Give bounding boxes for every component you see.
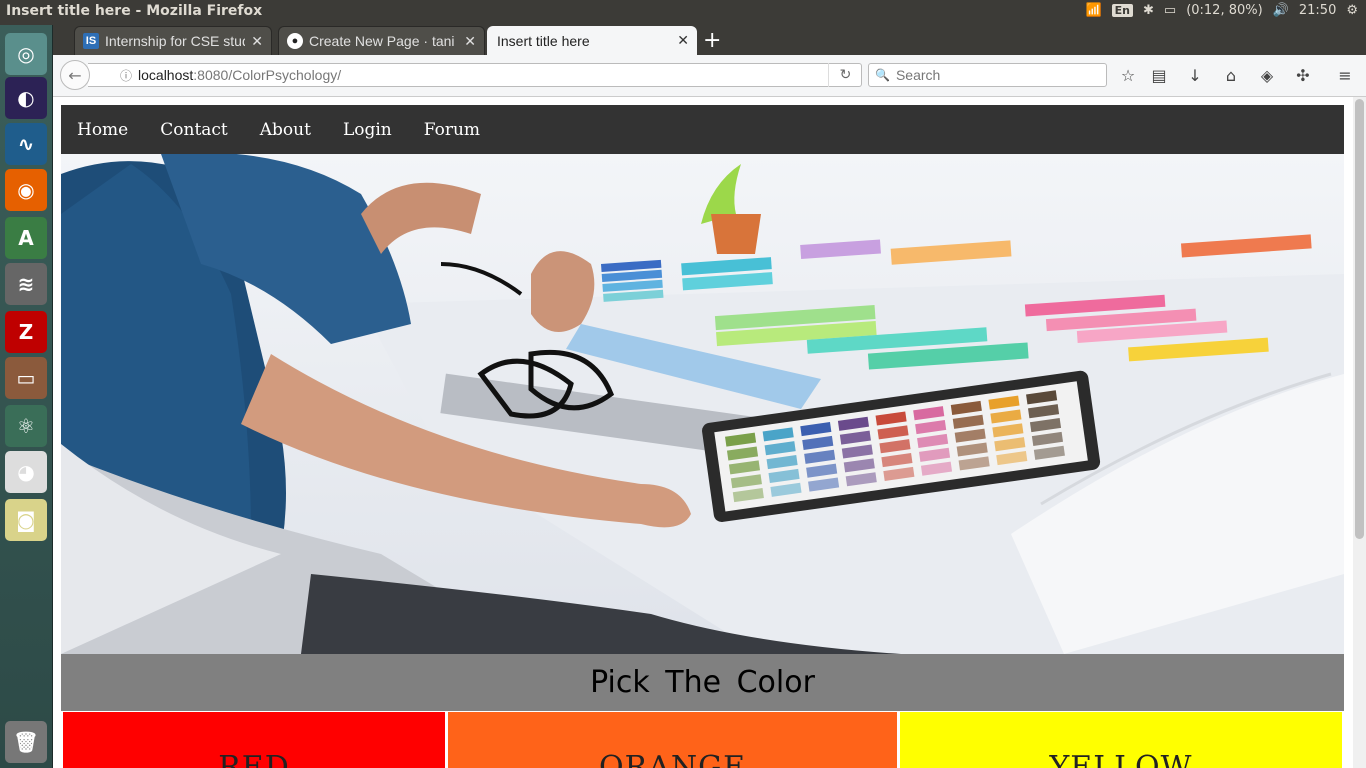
search-placeholder: Search [895, 67, 941, 83]
window-title: Insert title here - Mozilla Firefox [6, 3, 263, 19]
clock[interactable]: 21:50 [1299, 3, 1336, 18]
browser-tab-strip: IS Internship for CSE stud ✕ ● Create Ne… [53, 25, 1366, 55]
address-bar[interactable]: ⓘ localhost:8080/ColorPsychology/ [88, 63, 862, 87]
atom-icon[interactable]: ⚛ [5, 405, 47, 447]
search-input[interactable]: 🔍 Search [868, 63, 1107, 87]
color-card-red[interactable]: RED [63, 712, 445, 768]
magnifier-icon: 🔍 [875, 68, 890, 82]
github-favicon-icon: ● [287, 33, 303, 49]
site-info-icon[interactable]: ⓘ [120, 67, 132, 84]
tab-label: Create New Page · tani [309, 33, 455, 49]
tab-internship[interactable]: IS Internship for CSE stud ✕ [74, 26, 272, 55]
tab-insert-title[interactable]: Insert title here ✕ [487, 26, 697, 55]
color-label: RED [218, 750, 290, 768]
close-tab-icon[interactable]: ✕ [251, 33, 263, 50]
wireshark-icon[interactable]: ∿ [5, 123, 47, 165]
reader-list-icon[interactable]: ▤ [1149, 65, 1169, 85]
nav-about-link[interactable]: About [244, 120, 327, 140]
site-navbar: Home Contact About Login Forum [61, 105, 1344, 154]
color-label: ORANGE [599, 750, 746, 768]
chrome-icon[interactable]: ◕ [5, 451, 47, 493]
settings-gear-icon[interactable]: ⚙ [1346, 3, 1358, 18]
close-tab-icon[interactable]: ✕ [464, 33, 476, 50]
nav-forum-link[interactable]: Forum [408, 120, 496, 140]
download-arrow-icon[interactable]: ↓ [1185, 65, 1205, 85]
tab-label: Insert title here [497, 32, 590, 49]
volume-icon[interactable]: 🔊 [1273, 3, 1289, 18]
system-indicators: 📶 En ✱ ▭ (0:12, 80%) 🔊 21:50 ⚙ [1085, 3, 1358, 18]
battery-status[interactable]: (0:12, 80%) [1186, 3, 1263, 18]
speaker-icon[interactable]: ◙ [5, 499, 47, 541]
android-studio-icon[interactable]: A [5, 217, 47, 259]
nav-home-link[interactable]: Home [61, 120, 144, 140]
wifi-icon[interactable]: 📶 [1085, 3, 1101, 18]
bluetooth-icon[interactable]: ✱ [1143, 3, 1154, 18]
file-manager-icon[interactable]: ▭ [5, 357, 47, 399]
extension-icon[interactable]: ✣ [1293, 65, 1313, 85]
url-host: localhost [138, 67, 194, 83]
color-label: YELLOW [1049, 750, 1193, 768]
ubuntu-dash-icon[interactable]: ◎ [5, 33, 47, 75]
bookmark-star-icon[interactable]: ☆ [1118, 65, 1138, 85]
pocket-icon[interactable]: ◈ [1257, 65, 1277, 85]
color-card-orange[interactable]: ORANGE [448, 712, 897, 768]
page-scrollbar[interactable] [1353, 97, 1366, 768]
is-favicon-icon: IS [83, 33, 99, 49]
hamburger-menu-icon[interactable]: ≡ [1335, 65, 1355, 85]
filezilla-icon[interactable]: Z [5, 311, 47, 353]
back-arrow-icon[interactable]: ← [60, 60, 90, 90]
browser-navigation-bar: ⓘ localhost:8080/ColorPsychology/ ← ↻ 🔍 … [53, 55, 1366, 97]
trash-icon[interactable]: 🗑 [5, 721, 47, 763]
database-icon[interactable]: ≋ [5, 263, 47, 305]
tab-label: Internship for CSE stud [105, 33, 246, 49]
keyboard-language-indicator[interactable]: En [1111, 4, 1133, 17]
tab-github[interactable]: ● Create New Page · tani ✕ [278, 26, 485, 55]
battery-icon[interactable]: ▭ [1164, 3, 1176, 18]
page-viewport: Home Contact About Login Forum Pick The … [53, 97, 1366, 768]
home-icon[interactable]: ⌂ [1221, 65, 1241, 85]
reload-icon[interactable]: ↻ [828, 63, 862, 87]
url-path: :8080/ColorPsychology/ [193, 67, 342, 83]
system-top-bar: Insert title here - Mozilla Firefox 📶 En… [0, 0, 1366, 25]
close-tab-icon[interactable]: ✕ [677, 32, 689, 49]
firefox-icon[interactable]: ◉ [5, 169, 47, 211]
nav-contact-link[interactable]: Contact [144, 120, 244, 140]
designer-with-color-swatches-image [61, 154, 1344, 654]
eclipse-icon[interactable]: ◐ [5, 77, 47, 119]
nav-login-link[interactable]: Login [327, 120, 408, 140]
color-card-yellow[interactable]: YELLOW [900, 712, 1342, 768]
hero-image [61, 154, 1344, 654]
pick-color-heading: Pick The Color [61, 654, 1344, 711]
scrollbar-thumb[interactable] [1355, 99, 1364, 539]
new-tab-plus-icon[interactable]: + [703, 28, 721, 53]
unity-launcher: ◎ ◐ ∿ ◉ A ≋ Z ▭ ⚛ ◕ ◙ 🗑 [0, 25, 53, 768]
